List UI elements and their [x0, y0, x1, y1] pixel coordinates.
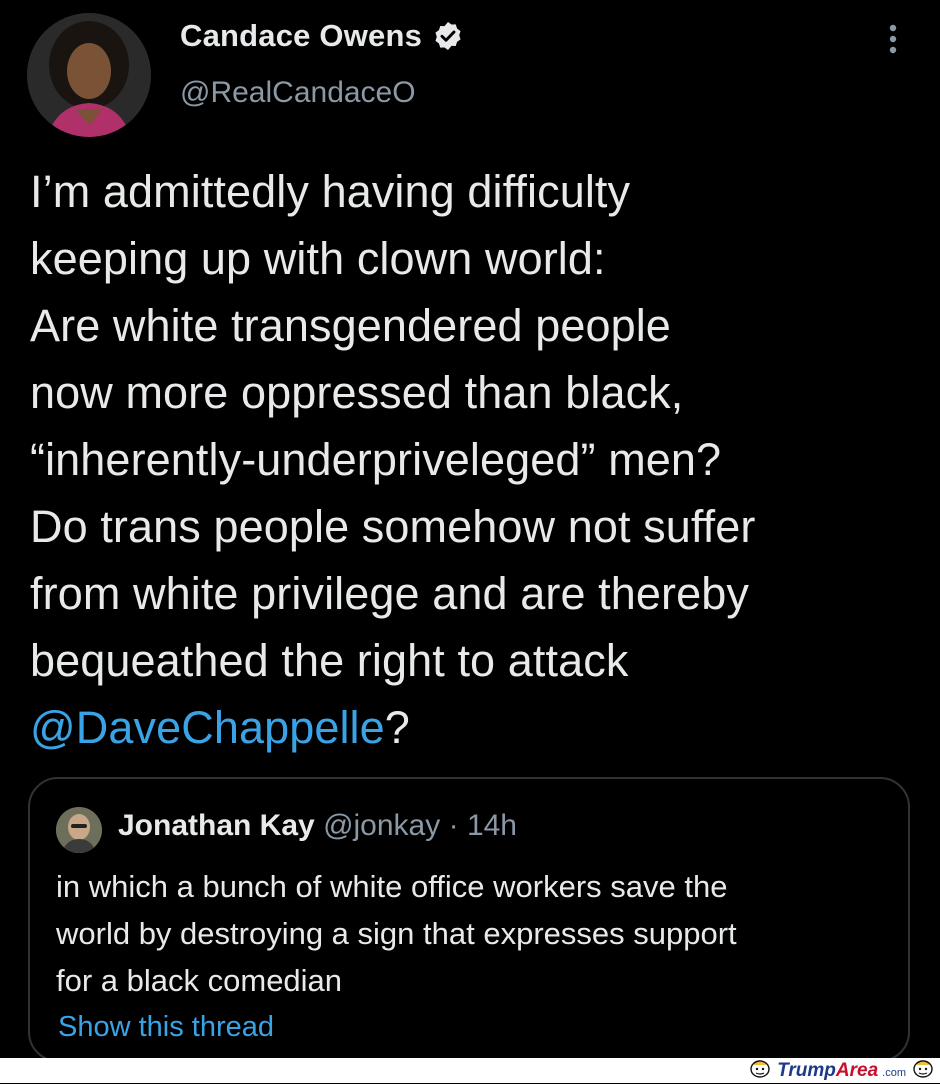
tweet-card: Candace Owens @RealCandaceO I’m admitted…: [0, 0, 940, 1062]
quoted-tweet-body: in which a bunch of white office workers…: [56, 863, 896, 1004]
author-name-row: Candace Owens: [180, 18, 464, 54]
quoted-line: in which a bunch of white office workers…: [56, 869, 728, 904]
watermark-brand-part2: Area: [835, 1059, 879, 1081]
tweet-line: Are white transgendered people: [30, 300, 671, 351]
quoted-line: for a black comedian: [56, 963, 343, 998]
quoted-author-avatar[interactable]: [56, 807, 102, 853]
mention-suffix: ?: [384, 702, 410, 753]
quoted-tweet[interactable]: Jonathan Kay @jonkay · 14h in which a bu…: [28, 777, 910, 1062]
quoted-tweet-header: Jonathan Kay @jonkay · 14h: [118, 809, 517, 843]
author-display-name[interactable]: Candace Owens: [180, 18, 422, 54]
tweet-line: Do trans people somehow not suffer: [30, 501, 756, 552]
quoted-handle[interactable]: @jonkay: [323, 809, 440, 842]
watermark-brand-part1: Trump: [777, 1059, 836, 1081]
author-avatar-image: [27, 13, 151, 137]
tweet-body: I’m admittedly having difficulty keeping…: [30, 158, 910, 761]
watermark-bar: TrumpArea .com: [0, 1058, 940, 1083]
header-separator: ·: [448, 809, 459, 842]
tweet-line: bequeathed the right to attack: [30, 635, 629, 686]
tweet-line: I’m admittedly having difficulty: [30, 166, 631, 217]
quoted-line: world by destroying a sign that expresse…: [56, 916, 737, 951]
more-vertical-icon[interactable]: [880, 22, 906, 56]
quoted-author-avatar-image: [56, 807, 102, 853]
site-watermark: TrumpArea .com: [747, 1058, 936, 1083]
author-avatar[interactable]: [27, 13, 151, 137]
mascot-icon: [747, 1057, 773, 1084]
watermark-brand: TrumpArea: [777, 1060, 878, 1082]
tweet-line: keeping up with clown world:: [30, 233, 606, 284]
mention-link[interactable]: @DaveChappelle: [30, 702, 385, 753]
quoted-timestamp[interactable]: 14h: [467, 809, 517, 842]
author-handle[interactable]: @RealCandaceO: [180, 76, 416, 110]
tweet-line: now more oppressed than black,: [30, 367, 684, 418]
verified-badge-icon: [432, 20, 464, 52]
tweet-line: “inherently-underpriveleged” men?: [30, 434, 722, 485]
tweet-line: from white privilege and are thereby: [30, 568, 749, 619]
quoted-display-name[interactable]: Jonathan Kay: [118, 809, 315, 842]
show-thread-link[interactable]: Show this thread: [58, 1011, 274, 1044]
tweet-last-line: @DaveChappelle?: [30, 694, 910, 761]
mascot-icon: [910, 1057, 936, 1084]
watermark-suffix: .com: [882, 1067, 906, 1079]
